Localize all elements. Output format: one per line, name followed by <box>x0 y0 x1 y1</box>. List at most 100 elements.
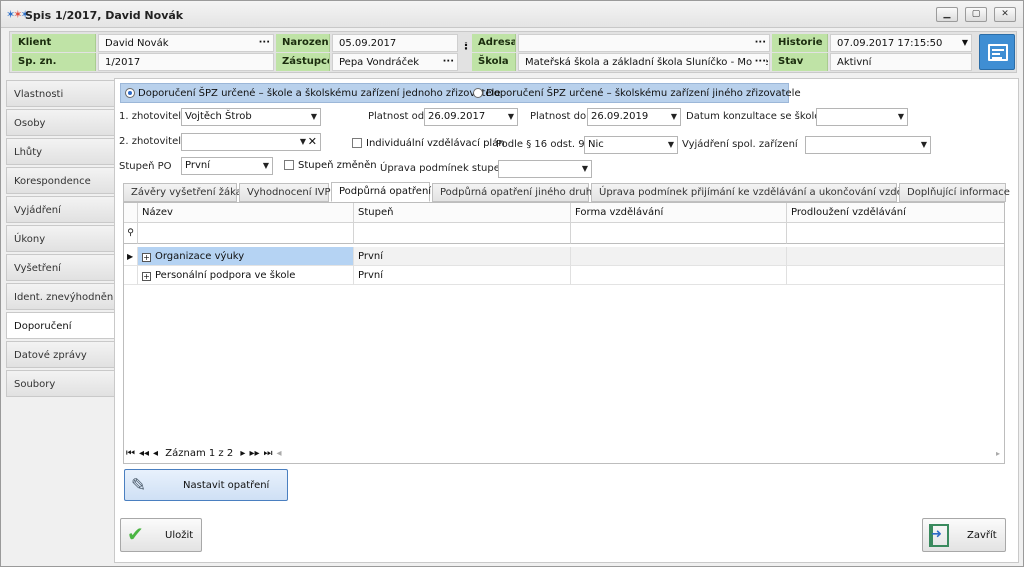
sidebar-item-doporuceni[interactable]: Doporučení <box>6 312 114 339</box>
tab-uprava-podminek[interactable]: Úprava podmínek přijímání ke vzdělávání … <box>591 183 933 202</box>
checkbox-icon <box>284 160 294 170</box>
column-header-nazev[interactable]: Název <box>138 203 354 223</box>
filter-icon[interactable]: ⚲ <box>124 223 138 244</box>
zavrit-button[interactable]: ➜ Zavřít <box>922 518 1006 552</box>
klient-field[interactable]: David Novák ··· <box>98 34 274 52</box>
sidebar-item-lhuty[interactable]: Lhůty <box>6 138 114 165</box>
document-menu-icon[interactable] <box>979 34 1015 70</box>
sidebar-item-soubory[interactable]: Soubory <box>6 370 114 397</box>
tab-vyhodnoceni-ivp[interactable]: Vyhodnocení IVP <box>239 183 331 202</box>
chevron-down-icon: ▼ <box>897 112 904 121</box>
spzn-field[interactable]: 1/2017 <box>98 53 274 71</box>
clear-icon[interactable]: ✕ <box>308 134 317 150</box>
filter-stupen-input[interactable] <box>354 223 571 244</box>
zastupce-field[interactable]: Pepa Vondráček ··· <box>332 53 458 71</box>
column-header-stupen[interactable]: Stupeň <box>354 203 571 223</box>
tab-podpurna-opatreni-jineho-druhu[interactable]: Podpůrná opatření jiného druhu <box>432 183 598 202</box>
last-page-icon[interactable]: ⏭ <box>263 448 272 459</box>
prev-page-fast-icon[interactable]: ◂◂ <box>139 448 149 459</box>
main-window: ✶✶✶ Spis 1/2017, David Novák ▁ ▢ ✕ Klien… <box>0 0 1024 567</box>
main-panel: Doporučení ŠPZ určené – škole a školském… <box>114 78 1019 563</box>
historie-dropdown[interactable]: 07.09.2017 17:15:50 ▼ <box>830 34 972 52</box>
skola-browse-button[interactable]: ··· <box>752 54 766 70</box>
sidebar: Vlastnosti Osoby Lhůty Korespondence Vyj… <box>6 80 116 399</box>
drag-handle-icon[interactable]: ⋮ <box>458 42 470 60</box>
uprava-dropdown[interactable]: ▼ <box>498 160 592 178</box>
narozeni-field[interactable]: 05.09.2017 <box>332 34 458 52</box>
table-row[interactable]: + Personální podpora ve škole První <box>124 266 1004 285</box>
filter-forma-input[interactable] <box>571 223 787 244</box>
pager-text: Záznam 1 z 2 <box>165 448 234 459</box>
tab-podpurna-opatreni[interactable]: Podpůrná opatření <box>331 182 431 202</box>
expand-icon[interactable]: + <box>142 253 151 262</box>
ulozit-button[interactable]: ✔ Uložit <box>120 518 202 552</box>
zastupce-browse-button[interactable]: ··· <box>443 54 454 70</box>
zhotovitel2-dropdown[interactable]: ▼ ✕ <box>181 133 321 151</box>
sidebar-item-ident-znevyhodneni[interactable]: Ident. znevýhodnění <box>6 283 116 310</box>
uprava-label: Úprava podmínek stupeň <box>380 163 507 174</box>
cell-prodlouzeni[interactable] <box>787 247 1004 266</box>
row-indicator-header <box>124 203 138 223</box>
adresa-browse-button[interactable]: ··· <box>755 35 766 51</box>
next-page-icon[interactable]: ▸ <box>240 448 245 459</box>
datum-konzultace-picker[interactable]: ▼ <box>816 108 908 126</box>
close-button[interactable]: ✕ <box>994 7 1016 22</box>
nastavit-opatreni-button[interactable]: ✎ Nastavit opatření <box>124 469 288 501</box>
prev-page-icon[interactable]: ◂ <box>153 448 158 459</box>
platnost-od-picker[interactable]: 26.09.2017 ▼ <box>424 108 518 126</box>
tab-zavery-vysetreni[interactable]: Závěry vyšetření žáka <box>123 183 242 202</box>
scroll-left-icon[interactable]: ◂ <box>276 448 281 459</box>
sidebar-item-korespondence[interactable]: Korespondence <box>6 167 114 194</box>
sidebar-item-vyjadreni[interactable]: Vyjádření <box>6 196 114 223</box>
cell-stupen[interactable]: První <box>354 266 571 285</box>
sidebar-item-datove-zpravy[interactable]: Datové zprávy <box>6 341 114 368</box>
chevron-down-icon: ▼ <box>310 112 317 121</box>
filter-prodlouzeni-input[interactable] <box>787 223 1004 244</box>
sidebar-item-vlastnosti[interactable]: Vlastnosti <box>6 80 114 107</box>
cell-prodlouzeni[interactable] <box>787 266 1004 285</box>
klient-browse-button[interactable]: ··· <box>259 35 270 51</box>
table-row[interactable]: ▶ + Organizace výuky První <box>124 247 1004 266</box>
vyjadreni-dropdown[interactable]: ▼ <box>805 136 931 154</box>
checkbox-icon <box>352 138 362 148</box>
maximize-button[interactable]: ▢ <box>965 7 987 22</box>
cell-forma[interactable] <box>571 266 787 285</box>
next-page-fast-icon[interactable]: ▸▸ <box>249 448 259 459</box>
cell-nazev[interactable]: + Organizace výuky <box>138 247 354 266</box>
zrizovatel-radio-group: Doporučení ŠPZ určené – škole a školském… <box>120 83 801 103</box>
column-header-prodlouzeni[interactable]: Prodloužení vzdělávání <box>787 203 1004 223</box>
tab-doplnujici-informace[interactable]: Doplňující informace <box>899 183 1010 202</box>
chevron-down-icon: ▼ <box>670 112 677 121</box>
radio-selected-icon <box>125 88 135 98</box>
podle-dropdown[interactable]: Nic ▼ <box>584 136 678 154</box>
cell-forma[interactable] <box>571 247 787 266</box>
cell-nazev[interactable]: + Personální podpora ve škole <box>138 266 354 285</box>
skola-label: Škola <box>472 53 516 71</box>
chevron-down-icon: ▼ <box>920 140 927 149</box>
expand-icon[interactable]: + <box>142 272 151 281</box>
platnost-od-label: Platnost od <box>368 111 425 122</box>
platnost-do-picker[interactable]: 26.09.2019 ▼ <box>587 108 681 126</box>
window-title: Spis 1/2017, David Novák <box>25 9 184 22</box>
first-page-icon[interactable]: ⏮ <box>126 448 135 459</box>
ivp-checkbox[interactable]: Individuální vzdělávací plán <box>352 138 505 149</box>
column-header-forma[interactable]: Forma vzdělávání <box>571 203 787 223</box>
scroll-right-icon[interactable]: ▸ <box>996 449 1000 458</box>
stupen-zmenen-checkbox[interactable]: Stupeň změněn <box>284 160 377 171</box>
cell-stupen[interactable]: První <box>354 247 571 266</box>
zhotovitel1-dropdown[interactable]: Vojtěch Štrob ▼ <box>181 108 321 126</box>
skola-field[interactable]: Mateřská škola a základní škola Sluníčko… <box>518 53 770 71</box>
sidebar-item-vysetreni[interactable]: Vyšetření <box>6 254 114 281</box>
minimize-button[interactable]: ▁ <box>936 7 958 22</box>
radio-jineho-zrizovatele[interactable]: Doporučení ŠPZ určené – školskému zaříze… <box>473 87 801 100</box>
checkmark-icon: ✔ <box>127 522 144 546</box>
stupen-po-dropdown[interactable]: První ▼ <box>181 157 273 175</box>
filter-nazev-input[interactable] <box>138 223 354 244</box>
sidebar-item-ukony[interactable]: Úkony <box>6 225 114 252</box>
title-bar: ✶✶✶ Spis 1/2017, David Novák ▁ ▢ ✕ <box>1 1 1023 28</box>
sidebar-item-osoby[interactable]: Osoby <box>6 109 114 136</box>
zhotovitel1-label: 1. zhotovitel <box>119 111 182 122</box>
adresa-field[interactable]: ··· <box>518 34 770 52</box>
row-indicator <box>124 266 138 285</box>
radio-jednoho-zrizovatele[interactable]: Doporučení ŠPZ určené – škole a školském… <box>125 87 500 100</box>
